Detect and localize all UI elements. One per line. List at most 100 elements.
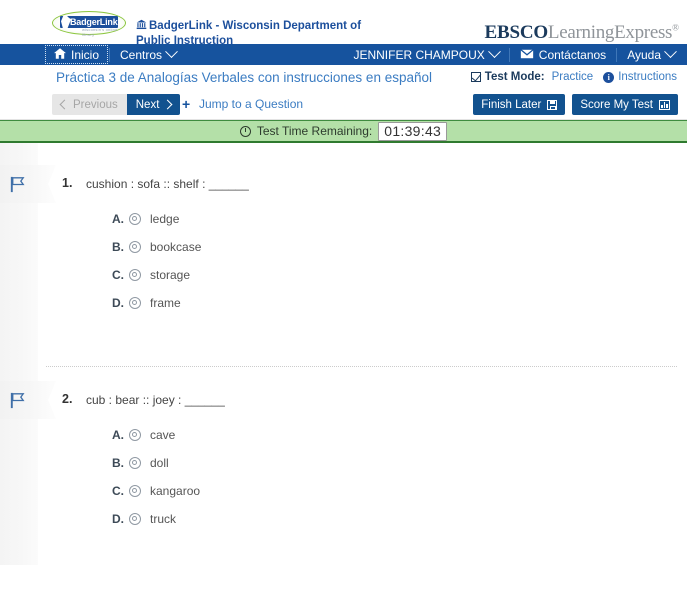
answer-option-b-letter: B. (112, 456, 124, 470)
radio-button-c[interactable] (129, 485, 141, 497)
badgerlink-logo[interactable]: BadgerLink wisconsin's online library (52, 11, 126, 37)
flag-icon (10, 176, 25, 192)
nav-left-group: Inicio Centros (44, 44, 186, 65)
answer-option-d-letter: D. (112, 512, 124, 526)
test-title-row: Práctica 3 de Analogías Verbales con ins… (0, 65, 687, 90)
question-stem: cub : bear :: joey : ______ (86, 393, 225, 407)
test-mode-label: Test Mode: (484, 71, 545, 83)
score-my-test-label: Score My Test (580, 98, 653, 111)
institution-label: BadgerLink - Wisconsin Department of Pub… (136, 20, 362, 47)
nav-item-user-account[interactable]: JENNIFER CHAMPOUX (343, 44, 508, 65)
finish-later-label: Finish Later (481, 98, 542, 111)
radio-button-a[interactable] (129, 213, 141, 225)
answer-option-c[interactable]: C. kangaroo (112, 484, 200, 498)
info-circle-icon: i (603, 71, 615, 83)
save-icon (547, 99, 558, 110)
nav-item-inicio[interactable]: Inicio (44, 44, 109, 65)
chevron-down-icon (664, 45, 677, 59)
answer-option-a-text: cave (150, 428, 176, 442)
chevron-right-icon (162, 99, 173, 110)
flag-icon (10, 392, 25, 408)
answer-option-c[interactable]: C. storage (112, 268, 190, 282)
prev-next-group: Previous Next (52, 94, 181, 115)
answer-option-a-text: ledge (150, 212, 180, 226)
ebsco-wordmark: EBSCO (484, 22, 549, 43)
nav-right-group: JENNIFER CHAMPOUX Contáctanos Ayuda (343, 44, 685, 65)
answer-option-b[interactable]: B. doll (112, 456, 169, 470)
answer-option-a-letter: A. (112, 428, 124, 442)
plus-icon: + (182, 96, 191, 112)
answer-option-b-text: doll (150, 456, 169, 470)
answer-option-b-letter: B. (112, 240, 124, 254)
chevron-down-icon (165, 45, 178, 59)
instructions-label: Instructions (618, 71, 677, 83)
answer-option-d-text: truck (150, 512, 177, 526)
flag-question-1-button[interactable] (0, 165, 56, 203)
title-right-group: Test Mode: Practice i Instructions (470, 71, 677, 83)
answer-option-d-text: frame (150, 296, 181, 310)
question-number: 2. (62, 392, 73, 406)
flag-question-2-button[interactable] (0, 381, 56, 419)
answer-option-a[interactable]: A. ledge (112, 212, 179, 226)
timer-value: 01:39:43 (378, 121, 448, 141)
answer-option-d[interactable]: D. frame (112, 296, 181, 310)
flag-rail (0, 143, 38, 565)
score-my-test-button[interactable]: Score My Test (572, 94, 678, 115)
chevron-left-icon (59, 99, 70, 110)
clock-icon (239, 125, 251, 137)
test-toolbar: Previous Next + Jump to a Question Finis… (0, 90, 687, 120)
main-navigation-bar: Inicio Centros JENNIFER CHAMPOUX Contáct… (0, 44, 687, 65)
answer-option-c-text: kangaroo (150, 484, 201, 498)
ebsco-learningexpress-logo: EBSCOLearningExpress® (485, 22, 680, 44)
answer-option-d-letter: D. (112, 296, 124, 310)
masthead: BadgerLink wisconsin's online library Ba… (0, 0, 687, 47)
test-mode-indicator: Test Mode: Practice (470, 71, 594, 83)
radio-button-b[interactable] (129, 241, 141, 253)
question-list: 1. cushion : sofa :: shelf : ______ A. l… (0, 143, 687, 565)
answer-option-c-letter: C. (112, 484, 124, 498)
radio-button-b[interactable] (129, 457, 141, 469)
nav-item-contactanos[interactable]: Contáctanos (510, 44, 616, 65)
answer-option-c-letter: C. (112, 268, 124, 282)
answer-option-c-text: storage (150, 268, 191, 282)
bank-icon (136, 19, 147, 34)
next-button[interactable]: Next (126, 94, 181, 115)
question-divider (46, 366, 677, 367)
jump-to-question-link[interactable]: + Jump to a Question (182, 97, 303, 111)
nav-item-centros[interactable]: Centros (110, 44, 186, 65)
nav-item-ayuda[interactable]: Ayuda (617, 44, 685, 65)
jump-to-question-label: Jump to a Question (199, 97, 304, 111)
next-button-label: Next (135, 98, 160, 111)
previous-button-label: Previous (73, 98, 118, 111)
answer-option-b[interactable]: B. bookcase (112, 240, 201, 254)
finish-later-button[interactable]: Finish Later (473, 94, 566, 115)
nav-item-contactanos-label: Contáctanos (538, 47, 607, 62)
radio-button-c[interactable] (129, 269, 141, 281)
nav-item-centros-label: Centros (120, 47, 163, 62)
checkbox-checked-icon (470, 72, 481, 82)
answer-option-d[interactable]: D. truck (112, 512, 176, 526)
home-icon (54, 47, 66, 62)
test-timer-bar: Test Time Remaining: 01:39:43 (0, 120, 687, 143)
previous-button[interactable]: Previous (52, 94, 127, 115)
toolbar-right-group: Finish Later Score My Test (473, 94, 678, 115)
bar-chart-icon (659, 99, 670, 110)
radio-button-a[interactable] (129, 429, 141, 441)
page-title: Práctica 3 de Analogías Verbales con ins… (56, 70, 432, 85)
test-mode-value: Practice (551, 71, 594, 83)
radio-button-d[interactable] (129, 297, 141, 309)
question-stem: cushion : sofa :: shelf : ______ (86, 177, 249, 191)
answer-option-a-letter: A. (112, 212, 124, 226)
timer-label: Test Time Remaining: (256, 124, 373, 138)
logo-tagline: wisconsin's online library (82, 27, 118, 37)
answer-option-a[interactable]: A. cave (112, 428, 175, 442)
instructions-link[interactable]: i Instructions (603, 71, 677, 83)
question-number: 1. (62, 176, 73, 190)
nav-item-inicio-label: Inicio (71, 47, 100, 62)
radio-button-d[interactable] (129, 513, 141, 525)
registered-mark: ® (672, 22, 679, 33)
nav-item-ayuda-label: Ayuda (627, 47, 661, 62)
user-account-label: JENNIFER CHAMPOUX (353, 47, 485, 62)
answer-option-b-text: bookcase (150, 240, 202, 254)
envelope-icon (519, 48, 534, 62)
